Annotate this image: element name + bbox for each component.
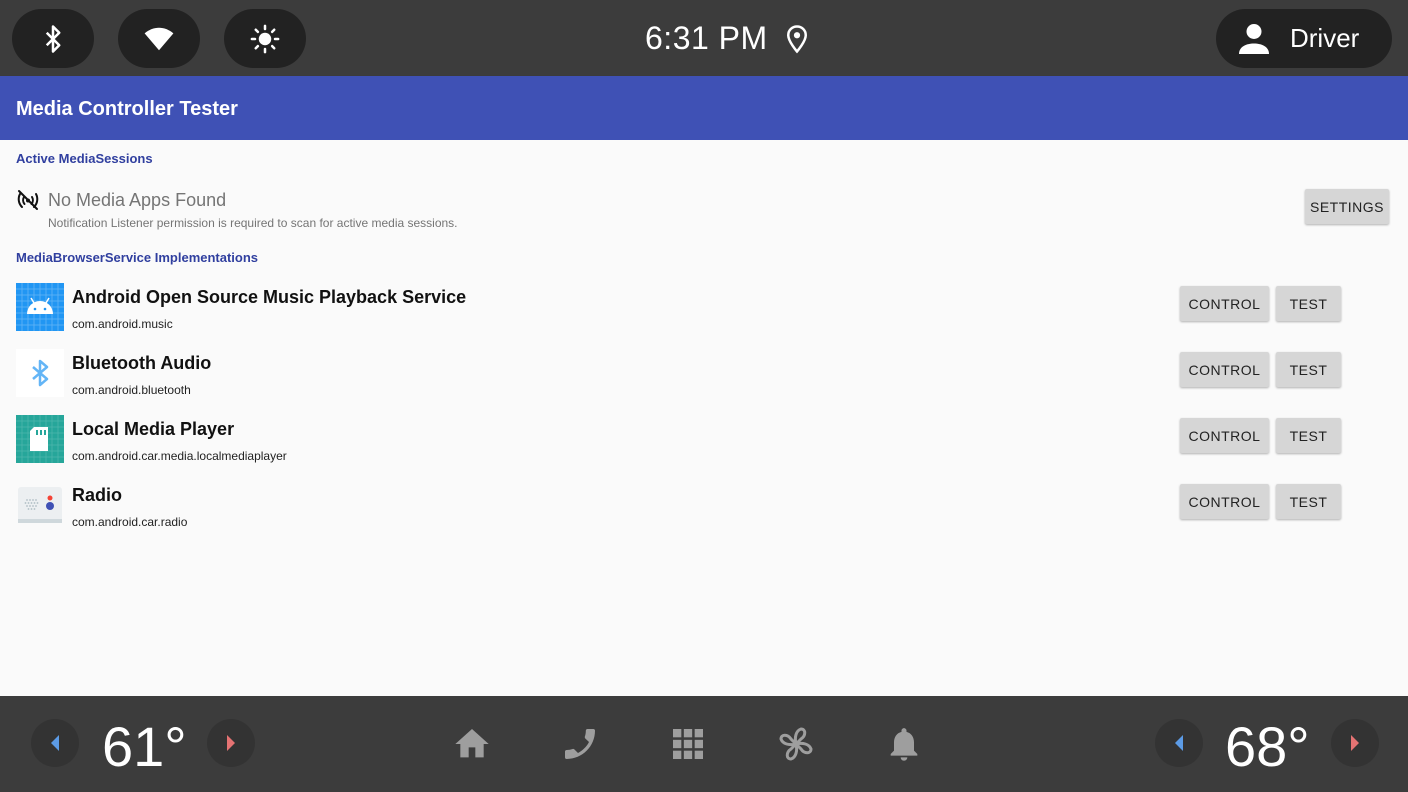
chevron-left-icon — [51, 735, 59, 751]
chevron-right-icon — [227, 735, 235, 751]
test-button[interactable]: TEST — [1276, 418, 1341, 453]
control-button[interactable]: CONTROL — [1180, 286, 1269, 321]
service-title: Bluetooth Audio — [72, 353, 212, 373]
section-header-active-sessions: Active MediaSessions — [16, 151, 153, 166]
test-button[interactable]: TEST — [1276, 286, 1341, 321]
bluetooth-icon — [16, 349, 64, 397]
app-bar: Media Controller Tester — [0, 76, 1408, 140]
service-package: com.android.car.media.localmediaplayer — [72, 449, 287, 463]
left-temp-down-button[interactable] — [31, 719, 79, 767]
android-icon — [16, 283, 64, 331]
bluetooth-toggle[interactable] — [12, 9, 94, 68]
brightness-toggle[interactable] — [224, 9, 306, 68]
location-icon — [786, 25, 808, 54]
service-package: com.android.bluetooth — [72, 383, 191, 397]
control-button[interactable]: CONTROL — [1180, 418, 1269, 453]
service-package: com.android.music — [72, 317, 173, 331]
wifi-icon — [144, 27, 174, 50]
control-button[interactable]: CONTROL — [1180, 484, 1269, 519]
sd-card-icon — [16, 415, 64, 463]
list-item: Android Open Source Music Playback Servi… — [0, 283, 1408, 349]
right-temperature: 68° — [1225, 715, 1310, 778]
empty-state-title: No Media Apps Found — [48, 190, 227, 210]
fan-icon[interactable] — [776, 724, 816, 764]
chevron-right-icon — [1351, 735, 1359, 751]
service-package: com.android.car.radio — [72, 515, 188, 529]
phone-icon[interactable] — [560, 724, 600, 764]
right-temp-up-button[interactable] — [1331, 719, 1379, 767]
page-title: Media Controller Tester — [16, 98, 238, 120]
settings-button[interactable]: SETTINGS — [1305, 189, 1389, 224]
list-item: Local Media Player com.android.car.media… — [0, 415, 1408, 481]
no-signal-icon — [17, 190, 39, 210]
section-header-browser-services: MediaBrowserService Implementations — [16, 250, 259, 265]
apps-grid-icon[interactable] — [668, 724, 708, 764]
status-bar: 6:31 PM Driver — [0, 0, 1408, 76]
bell-icon[interactable] — [884, 724, 924, 764]
list-item: Radio com.android.car.radio CONTROL TEST — [0, 481, 1408, 547]
test-button[interactable]: TEST — [1276, 484, 1341, 519]
wifi-toggle[interactable] — [118, 9, 200, 68]
brightness-icon — [250, 24, 280, 53]
service-title: Android Open Source Music Playback Servi… — [72, 287, 467, 307]
service-title: Local Media Player — [72, 419, 235, 439]
user-switcher[interactable]: Driver — [1216, 9, 1392, 68]
service-title: Radio — [72, 485, 123, 505]
nav-bar: 61° 68° — [0, 696, 1408, 792]
clock: 6:31 PM — [645, 20, 768, 56]
left-temperature: 61° — [102, 715, 187, 778]
user-name: Driver — [1290, 23, 1360, 53]
person-icon — [1239, 23, 1269, 54]
main-content: Active MediaSessions No Media Apps Found… — [0, 140, 1408, 696]
empty-state-subtitle: Notification Listener permission is requ… — [48, 216, 458, 230]
control-button[interactable]: CONTROL — [1180, 352, 1269, 387]
list-item: Bluetooth Audio com.android.bluetooth CO… — [0, 349, 1408, 415]
chevron-left-icon — [1175, 735, 1183, 751]
right-temp-down-button[interactable] — [1155, 719, 1203, 767]
bluetooth-icon — [45, 24, 61, 53]
radio-icon — [18, 487, 62, 523]
test-button[interactable]: TEST — [1276, 352, 1341, 387]
home-icon[interactable] — [452, 724, 492, 764]
left-temp-up-button[interactable] — [207, 719, 255, 767]
